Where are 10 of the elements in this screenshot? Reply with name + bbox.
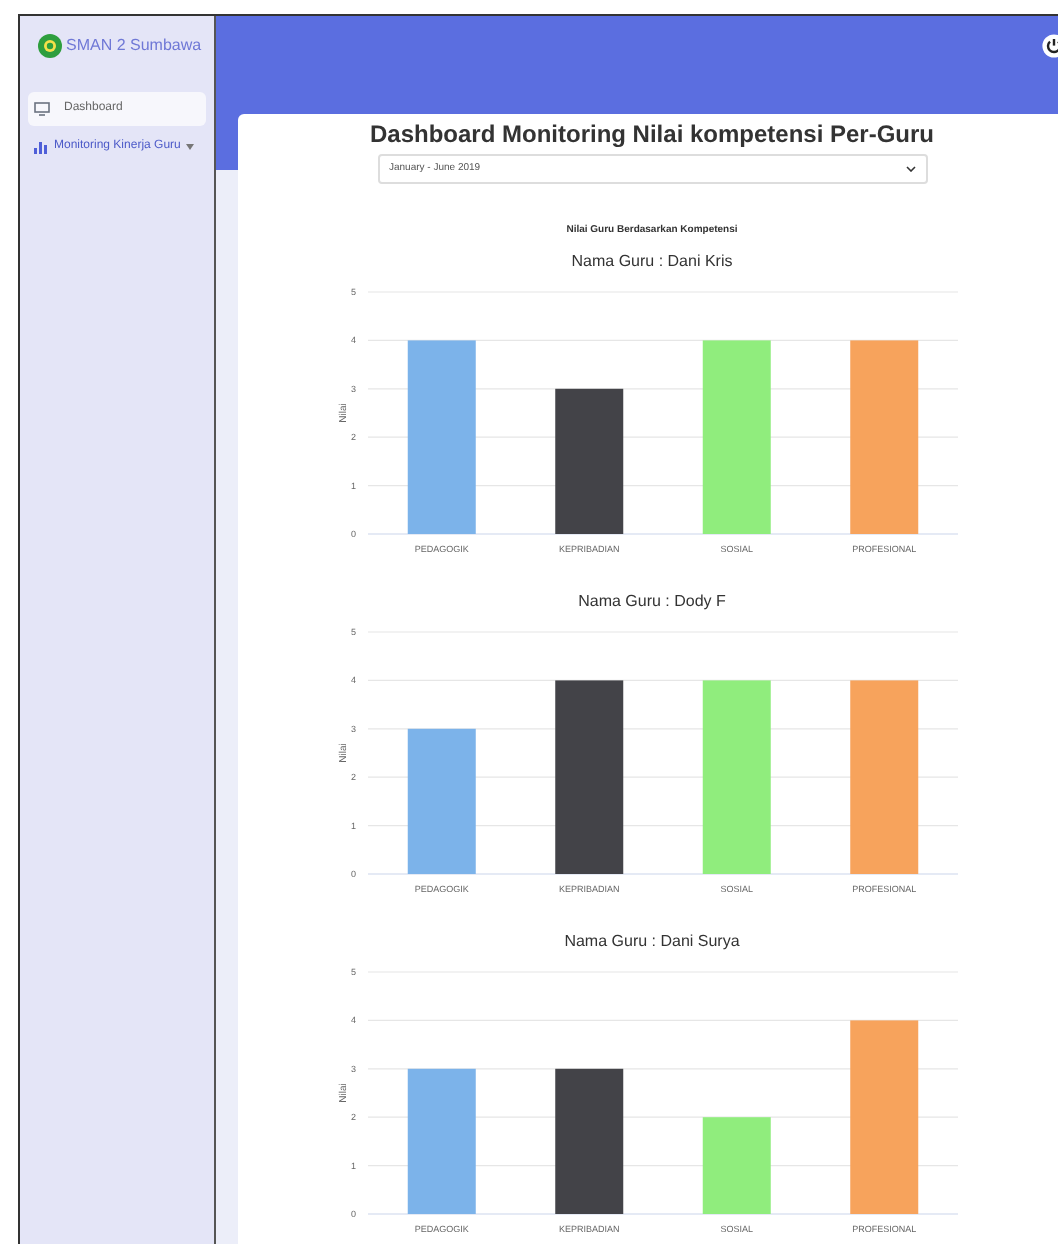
chevron-down-icon [905, 166, 915, 172]
chart-title: Nama Guru : Dani Surya [564, 934, 740, 950]
monitor-icon [34, 102, 50, 116]
school-logo-icon [38, 34, 62, 58]
brand-name: SMAN 2 Sumbawa [66, 34, 202, 58]
page-title: Dashboard Monitoring Nilai kompetensi Per-Guru [369, 120, 935, 148]
chart-title: Nama Guru : Dani Kris [571, 254, 733, 270]
chart-title: Nama Guru : Dody F [578, 594, 726, 610]
bar [702, 1117, 771, 1214]
bar-chart-icon [34, 140, 48, 154]
